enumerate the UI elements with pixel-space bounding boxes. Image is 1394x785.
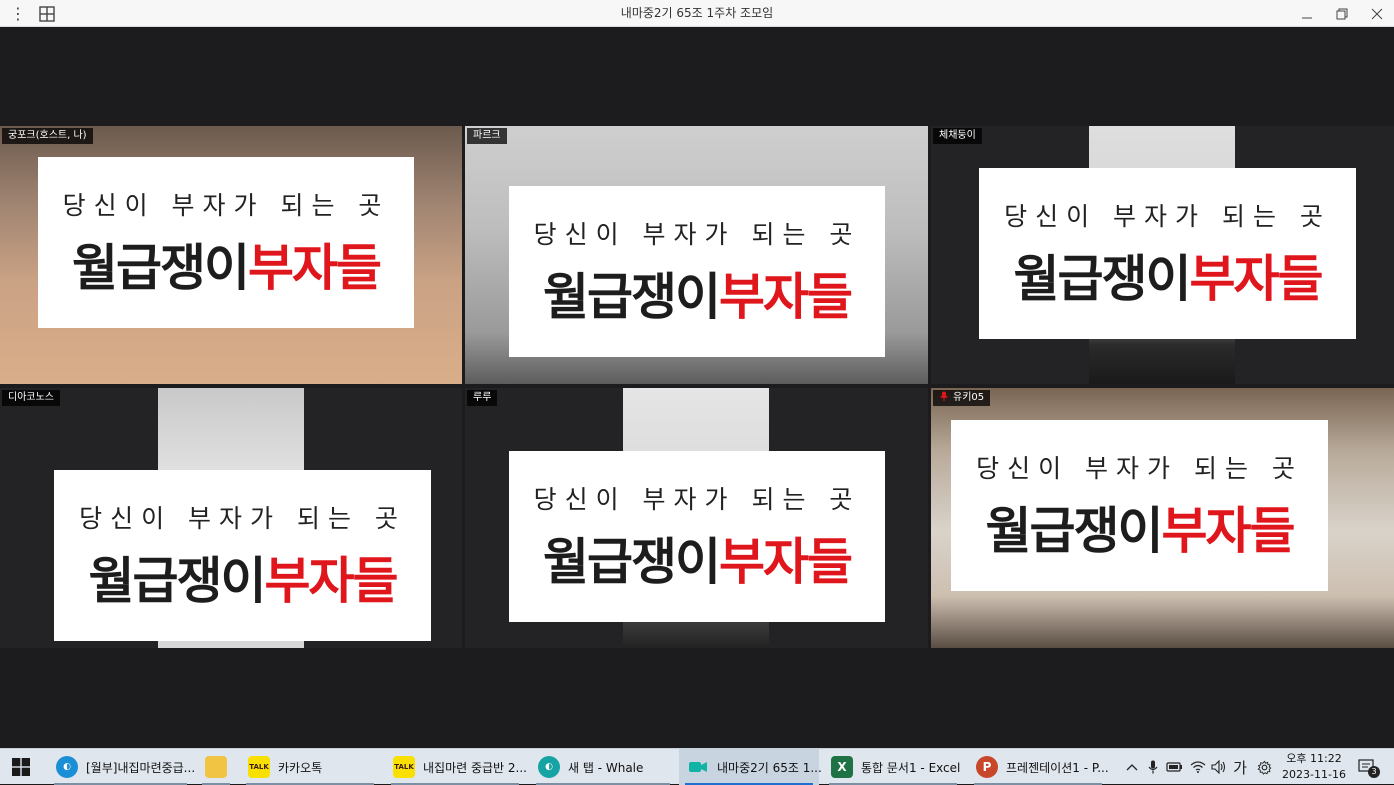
powerpoint-icon: P — [976, 756, 998, 778]
participant-video-tile[interactable]: 당신이 부자가 되는 곳 월급쟁이부자들 루루 — [465, 388, 928, 648]
notification-center-icon[interactable]: 3 — [1354, 749, 1382, 785]
windows-taskbar: ◐ [월부]내집마련중급... TALK 카카오톡 TALK 내집마련 중급반 … — [0, 748, 1394, 785]
muted-microphone-icon — [939, 391, 949, 401]
brand-banner: 당신이 부자가 되는 곳 월급쟁이부자들 — [951, 420, 1328, 591]
microphone-icon[interactable] — [1144, 749, 1162, 785]
banner-subtitle: 당신이 부자가 되는 곳 — [976, 453, 1303, 483]
ime-indicator[interactable]: 가 — [1230, 749, 1250, 785]
participant-video-tile[interactable]: 당신이 부자가 되는 곳 월급쟁이부자들 유키05 — [931, 388, 1394, 648]
participant-name: 유키05 — [953, 392, 985, 403]
notification-count-badge: 3 — [1368, 766, 1380, 778]
kakaotalk-icon: TALK — [248, 756, 270, 778]
banner-title-black: 월급쟁이 — [1013, 249, 1192, 308]
battery-power-icon[interactable] — [1164, 749, 1186, 785]
banner-title-red: 부자들 — [248, 238, 382, 297]
banner-title: 월급쟁이부자들 — [543, 257, 853, 329]
close-button[interactable] — [1360, 0, 1394, 27]
banner-title: 월급쟁이부자들 — [1013, 239, 1324, 311]
banner-title: 월급쟁이부자들 — [985, 491, 1296, 563]
participant-name: 디아코노스 — [2, 390, 60, 406]
participant-video-tile[interactable]: 당신이 부자가 되는 곳 월급쟁이부자들 궁포크(호스트, 나) — [0, 126, 462, 384]
banner-title-black: 월급쟁이 — [543, 532, 721, 591]
participant-name: 궁포크(호스트, 나) — [2, 128, 93, 144]
participant-name: 루루 — [467, 390, 498, 406]
taskbar-clock[interactable]: 오후 11:22 2023-11-16 — [1278, 751, 1350, 783]
taskbar-item-label: 카카오톡 — [278, 760, 323, 775]
banner-subtitle: 당신이 부자가 되는 곳 — [1004, 201, 1331, 231]
banner-title-red: 부자들 — [1189, 249, 1324, 308]
taskbar-item-kakaotalk[interactable]: TALK 카카오톡 — [240, 749, 380, 785]
banner-title: 월급쟁이부자들 — [543, 522, 853, 594]
banner-subtitle: 당신이 부자가 되는 곳 — [533, 219, 861, 249]
taskbar-item-label: 내마중2기 65조 1... — [717, 760, 822, 775]
whale-browser-icon: ◐ — [538, 756, 560, 778]
settings-gear-icon[interactable] — [1254, 749, 1274, 785]
taskbar-item-file-explorer[interactable] — [196, 749, 236, 785]
whale-browser-icon: ◐ — [56, 756, 78, 778]
clock-time: 오후 11:22 — [1286, 752, 1342, 765]
brand-banner: 당신이 부자가 되는 곳 월급쟁이부자들 — [509, 451, 885, 622]
kakaotalk-icon: TALK — [393, 756, 415, 778]
window-title-bar: ⋮ 내마중2기 65조 1주차 조모임 — [0, 0, 1394, 27]
excel-icon: X — [831, 756, 853, 778]
restore-button[interactable] — [1325, 0, 1359, 27]
taskbar-item-excel[interactable]: X 통합 문서1 - Excel — [823, 749, 963, 785]
window-title: 내마중2기 65조 1주차 조모임 — [620, 6, 774, 20]
banner-subtitle: 당신이 부자가 되는 곳 — [533, 484, 861, 514]
participant-name: 체채둥이 — [933, 128, 982, 144]
brand-banner: 당신이 부자가 되는 곳 월급쟁이부자들 — [979, 168, 1356, 339]
banner-title-black: 월급쟁이 — [543, 267, 721, 326]
banner-title-red: 부자들 — [719, 267, 853, 326]
taskbar-item-label: 내집마련 중급반 2... — [423, 760, 527, 775]
taskbar-item-label: 프레젠테이션1 - P... — [1006, 760, 1109, 775]
banner-title-red: 부자들 — [719, 532, 853, 591]
brand-banner: 당신이 부자가 되는 곳 월급쟁이부자들 — [509, 186, 885, 357]
participant-video-tile[interactable]: 당신이 부자가 되는 곳 월급쟁이부자들 디아코노스 — [0, 388, 462, 648]
taskbar-item-kakaotalk-chat[interactable]: TALK 내집마련 중급반 2... — [385, 749, 527, 785]
banner-subtitle: 당신이 부자가 되는 곳 — [79, 503, 406, 533]
taskbar-item-label: [월부]내집마련중급... — [86, 760, 196, 775]
banner-title-red: 부자들 — [264, 551, 399, 610]
participant-name-bar: 유키05 — [933, 390, 991, 406]
banner-title-red: 부자들 — [1161, 501, 1296, 560]
start-button[interactable] — [0, 749, 42, 785]
taskbar-item-zoom-meeting[interactable]: 내마중2기 65조 1... — [679, 749, 822, 785]
clock-date: 2023-11-16 — [1282, 768, 1346, 781]
minimize-button[interactable] — [1290, 0, 1324, 27]
volume-icon[interactable] — [1208, 749, 1230, 785]
banner-title-black: 월급쟁이 — [985, 501, 1164, 560]
wifi-icon[interactable] — [1188, 749, 1208, 785]
banner-title-black: 월급쟁이 — [88, 551, 267, 610]
show-hidden-icons-chevron-icon[interactable] — [1122, 749, 1142, 785]
participant-video-tile[interactable]: 당신이 부자가 되는 곳 월급쟁이부자들 체채둥이 — [931, 126, 1394, 384]
banner-subtitle: 당신이 부자가 되는 곳 — [62, 190, 390, 220]
banner-title: 월급쟁이부자들 — [88, 541, 399, 613]
taskbar-item-powerpoint[interactable]: P 프레젠테이션1 - P... — [968, 749, 1109, 785]
taskbar-item-label: 새 탭 - Whale — [568, 760, 644, 775]
brand-banner: 당신이 부자가 되는 곳 월급쟁이부자들 — [38, 157, 414, 328]
banner-title-black: 월급쟁이 — [72, 238, 250, 297]
brand-banner: 당신이 부자가 되는 곳 월급쟁이부자들 — [54, 470, 431, 641]
participant-name: 파르크 — [467, 128, 507, 144]
zoom-video-icon — [687, 756, 709, 778]
taskbar-item-label: 통합 문서1 - Excel — [861, 760, 961, 775]
participant-video-tile[interactable]: 당신이 부자가 되는 곳 월급쟁이부자들 파르크 — [465, 126, 928, 384]
video-gallery: 당신이 부자가 되는 곳 월급쟁이부자들 궁포크(호스트, 나) 당신이 부자가… — [0, 28, 1394, 748]
banner-title: 월급쟁이부자들 — [72, 228, 382, 300]
taskbar-item-whale-newtab[interactable]: ◐ 새 탭 - Whale — [530, 749, 676, 785]
taskbar-item-whale-study[interactable]: ◐ [월부]내집마련중급... — [48, 749, 196, 785]
file-explorer-icon — [205, 756, 227, 778]
windows-logo-icon — [12, 758, 30, 776]
